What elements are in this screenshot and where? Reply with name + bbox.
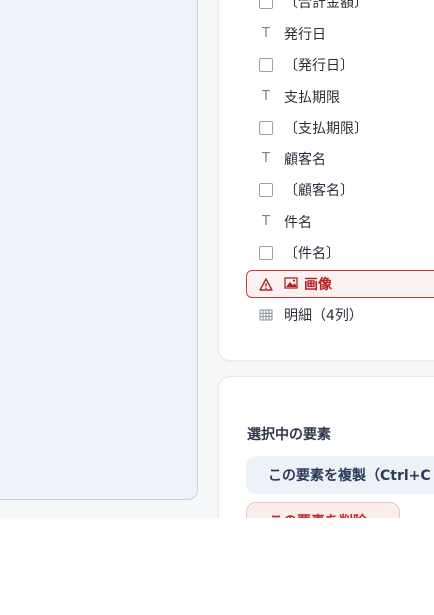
text-icon: T [262, 214, 270, 229]
layer-item-detail-table[interactable]: 明細（4列） [250, 299, 434, 330]
layer-item-subject[interactable]: 〔件名〕 [250, 237, 434, 268]
layer-item-subject-label[interactable]: T 件名 [250, 206, 434, 237]
layer-label: 〔発行日〕 [284, 57, 354, 74]
text-icon: T [262, 151, 270, 166]
checkbox-icon[interactable] [258, 120, 274, 136]
layer-item-total-amount[interactable]: 〔合計金額〕 [250, 0, 434, 17]
layer-item-customer[interactable]: 〔顧客名〕 [250, 174, 434, 205]
layer-label: 件名 [284, 214, 312, 231]
selection-title: 選択中の要素 [247, 427, 331, 443]
layer-label: 発行日 [284, 26, 326, 43]
viewport: 〔合計金額〕 T 発行日 〔発行日〕 T 支払期限 〔支払期限〕 T 顧客名 〔… [0, 0, 434, 518]
layer-item-due-date-label[interactable]: T 支払期限 [250, 81, 434, 112]
delete-button[interactable]: この要素を削除 [246, 502, 400, 518]
layer-item-image-selected[interactable]: 画像 [246, 270, 434, 298]
warning-icon [258, 276, 274, 292]
table-icon [258, 307, 274, 323]
checkbox-icon[interactable] [258, 57, 274, 73]
screen: 〔合計金額〕 T 発行日 〔発行日〕 T 支払期限 〔支払期限〕 T 顧客名 〔… [0, 0, 434, 615]
layer-item-due-date[interactable]: 〔支払期限〕 [250, 112, 434, 143]
checkbox-icon[interactable] [258, 182, 274, 198]
layer-label: 支払期限 [284, 89, 340, 106]
layer-label: 画像 [304, 277, 332, 293]
layer-item-customer-label[interactable]: T 顧客名 [250, 143, 434, 174]
selection-panel [218, 376, 434, 518]
layer-label: 〔支払期限〕 [284, 120, 368, 137]
duplicate-button[interactable]: この要素を複製（Ctrl+C [246, 456, 434, 494]
layer-label: 明細（4列） [284, 307, 363, 324]
canvas-area[interactable] [0, 0, 198, 500]
layer-label: 〔件名〕 [284, 245, 340, 262]
image-icon [284, 276, 298, 292]
checkbox-icon[interactable] [258, 245, 274, 261]
text-icon: T [262, 89, 270, 104]
layer-label: 顧客名 [284, 151, 326, 168]
checkbox-icon[interactable] [258, 0, 274, 10]
layer-item-issue-date-label[interactable]: T 発行日 [250, 18, 434, 49]
layer-label: 〔顧客名〕 [284, 182, 354, 199]
layer-item-issue-date[interactable]: 〔発行日〕 [250, 49, 434, 80]
layer-label: 〔合計金額〕 [284, 0, 368, 11]
text-icon: T [262, 26, 270, 41]
